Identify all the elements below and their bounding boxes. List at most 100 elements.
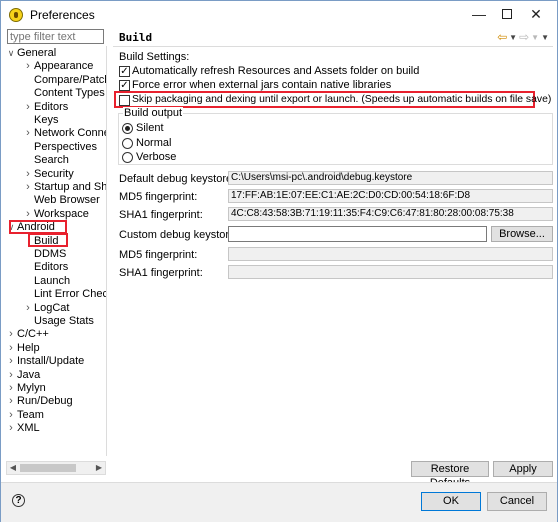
tree-item[interactable]: Content Types [5, 87, 105, 100]
maximize-button[interactable] [497, 5, 517, 23]
md5-label: MD5 fingerprint: [119, 191, 198, 203]
view-menu-icon[interactable]: ▼ [541, 30, 549, 46]
tree-item[interactable]: › XML [5, 422, 105, 435]
custom-keystore-input[interactable] [228, 226, 487, 242]
tree-item[interactable]: Web Browser [5, 194, 105, 207]
tree-item[interactable]: › Install/Update [5, 355, 105, 368]
tree-item-label: Web Browser [34, 194, 100, 207]
chevron-right-icon[interactable]: › [23, 60, 33, 73]
auto-refresh-label[interactable]: Automatically refresh Resources and Asse… [132, 65, 419, 77]
tree-item-label: Editors [34, 261, 69, 274]
force-error-label[interactable]: Force error when external jars contain n… [132, 79, 391, 91]
filter-input[interactable] [7, 29, 104, 44]
build-output-title: Build output [123, 107, 184, 119]
scroll-thumb[interactable] [20, 464, 76, 472]
tree-item[interactable]: Compare/Patch [5, 73, 107, 87]
tree-item[interactable]: › LogCat [5, 302, 105, 315]
tree-item[interactable]: › Mylyn [5, 382, 105, 395]
tree-item[interactable]: › Java [5, 369, 105, 382]
page-title: Build [119, 31, 153, 44]
tree-item[interactable]: › Team [5, 409, 105, 422]
tree-item[interactable]: Search [5, 154, 105, 167]
chevron-right-icon[interactable]: › [23, 208, 33, 221]
tree-item[interactable]: › Appearance [5, 60, 105, 73]
chevron-right-icon[interactable]: › [6, 382, 16, 395]
tree-item[interactable]: › Editors [5, 101, 105, 114]
normal-label[interactable]: Normal [136, 137, 171, 149]
chevron-right-icon[interactable]: › [6, 328, 16, 341]
tree-item-label: Install/Update [17, 355, 85, 368]
cancel-button[interactable]: Cancel [487, 492, 547, 511]
tree-item[interactable]: Keys [5, 114, 105, 127]
chevron-right-icon[interactable]: › [6, 369, 16, 382]
back-menu-icon[interactable]: ▼ [509, 30, 517, 46]
silent-radio[interactable] [122, 123, 133, 134]
tree-item[interactable]: Launch [5, 275, 105, 288]
skip-packaging-label[interactable]: Skip packaging and dexing until export o… [132, 94, 551, 105]
chevron-right-icon[interactable]: › [6, 409, 16, 422]
custom-md5-field[interactable] [228, 247, 553, 261]
tree-item-label: Keys [34, 114, 59, 126]
tree-item[interactable]: Lint Error Checkir [5, 288, 106, 301]
default-keystore-label: Default debug keystore: [119, 173, 236, 185]
silent-label[interactable]: Silent [136, 122, 164, 134]
tree-item-label: Java [17, 368, 41, 381]
tree-item-label: Mylyn [17, 382, 46, 394]
custom-sha1-field[interactable] [228, 265, 553, 279]
chevron-right-icon[interactable]: › [6, 342, 16, 355]
tree-item[interactable]: Editors [5, 261, 105, 274]
auto-refresh-checkbox[interactable]: ✓ [119, 66, 130, 77]
chevron-right-icon[interactable]: › [23, 101, 33, 114]
window-title: Preferences [30, 8, 95, 22]
tree-item[interactable]: › Security [5, 168, 105, 181]
build-highlight [28, 233, 68, 247]
minimize-button[interactable]: — [469, 5, 489, 23]
sha1-field[interactable]: 4C:C8:43:58:3B:71:19:11:35:F4:C9:C6:47:8… [228, 207, 553, 221]
verbose-radio[interactable] [122, 152, 133, 163]
android-highlight [9, 220, 67, 234]
tree-item[interactable]: Perspectives [5, 141, 105, 154]
tree-horizontal-scrollbar[interactable]: ◀ ▶ [6, 461, 106, 475]
force-error-checkbox[interactable]: ✓ [119, 80, 130, 91]
restore-defaults-button[interactable]: Restore Defaults [411, 461, 489, 489]
tree-item-label: Startup and Shut [34, 181, 107, 193]
scroll-right-icon[interactable]: ▶ [93, 462, 105, 474]
tree-item[interactable]: ›Network Connec [5, 127, 106, 140]
chevron-right-icon[interactable]: › [6, 422, 16, 435]
scroll-left-icon[interactable]: ◀ [7, 462, 19, 474]
tree-item-label: Network Connec [34, 127, 106, 140]
tree-item[interactable]: › Workspace [5, 208, 105, 221]
eclipse-app-icon [9, 8, 23, 22]
chevron-right-icon[interactable]: › [23, 168, 33, 181]
tree-item[interactable]: › Run/Debug [5, 395, 105, 408]
back-icon[interactable]: ⇦ [497, 30, 507, 46]
chevron-right-icon[interactable]: › [6, 355, 16, 368]
chevron-down-icon[interactable]: ∨ [6, 47, 16, 60]
tree-item[interactable]: DDMS [5, 248, 105, 261]
chevron-right-icon[interactable]: › [6, 395, 16, 408]
skip-packaging-checkbox[interactable] [119, 95, 130, 106]
forward-icon[interactable]: ⇨ [519, 30, 529, 46]
tree-item[interactable]: Usage Stats [5, 315, 105, 328]
help-icon[interactable]: ? [12, 494, 25, 507]
browse-button[interactable]: Browse... [491, 226, 553, 242]
forward-menu-icon[interactable]: ▼ [531, 30, 539, 46]
apply-button[interactable]: Apply [493, 461, 553, 477]
tree-item[interactable]: › C/C++ [5, 328, 105, 341]
chevron-right-icon[interactable]: › [23, 302, 33, 315]
build-output-group [118, 113, 553, 165]
chevron-right-icon[interactable]: › [23, 181, 33, 194]
chevron-right-icon[interactable]: › [23, 127, 33, 140]
tree-item-label: DDMS [34, 248, 67, 260]
ok-button[interactable]: OK [421, 492, 481, 511]
tree-item-label: Search [34, 154, 69, 167]
normal-radio[interactable] [122, 138, 133, 149]
tree-item-label: Compare/Patch [34, 73, 107, 86]
tree-item[interactable]: ›Startup and Shut [5, 181, 107, 194]
tree-item[interactable]: ∨ General [5, 47, 105, 60]
verbose-label[interactable]: Verbose [136, 151, 176, 163]
close-button[interactable]: ✕ [526, 5, 546, 23]
tree-item[interactable]: › Help [5, 342, 105, 355]
default-keystore-field[interactable]: C:\Users\msi-pc\.android\debug.keystore [228, 171, 553, 185]
md5-field[interactable]: 17:FF:AB:1E:07:EE:C1:AE:2C:D0:CD:00:54:1… [228, 189, 553, 203]
